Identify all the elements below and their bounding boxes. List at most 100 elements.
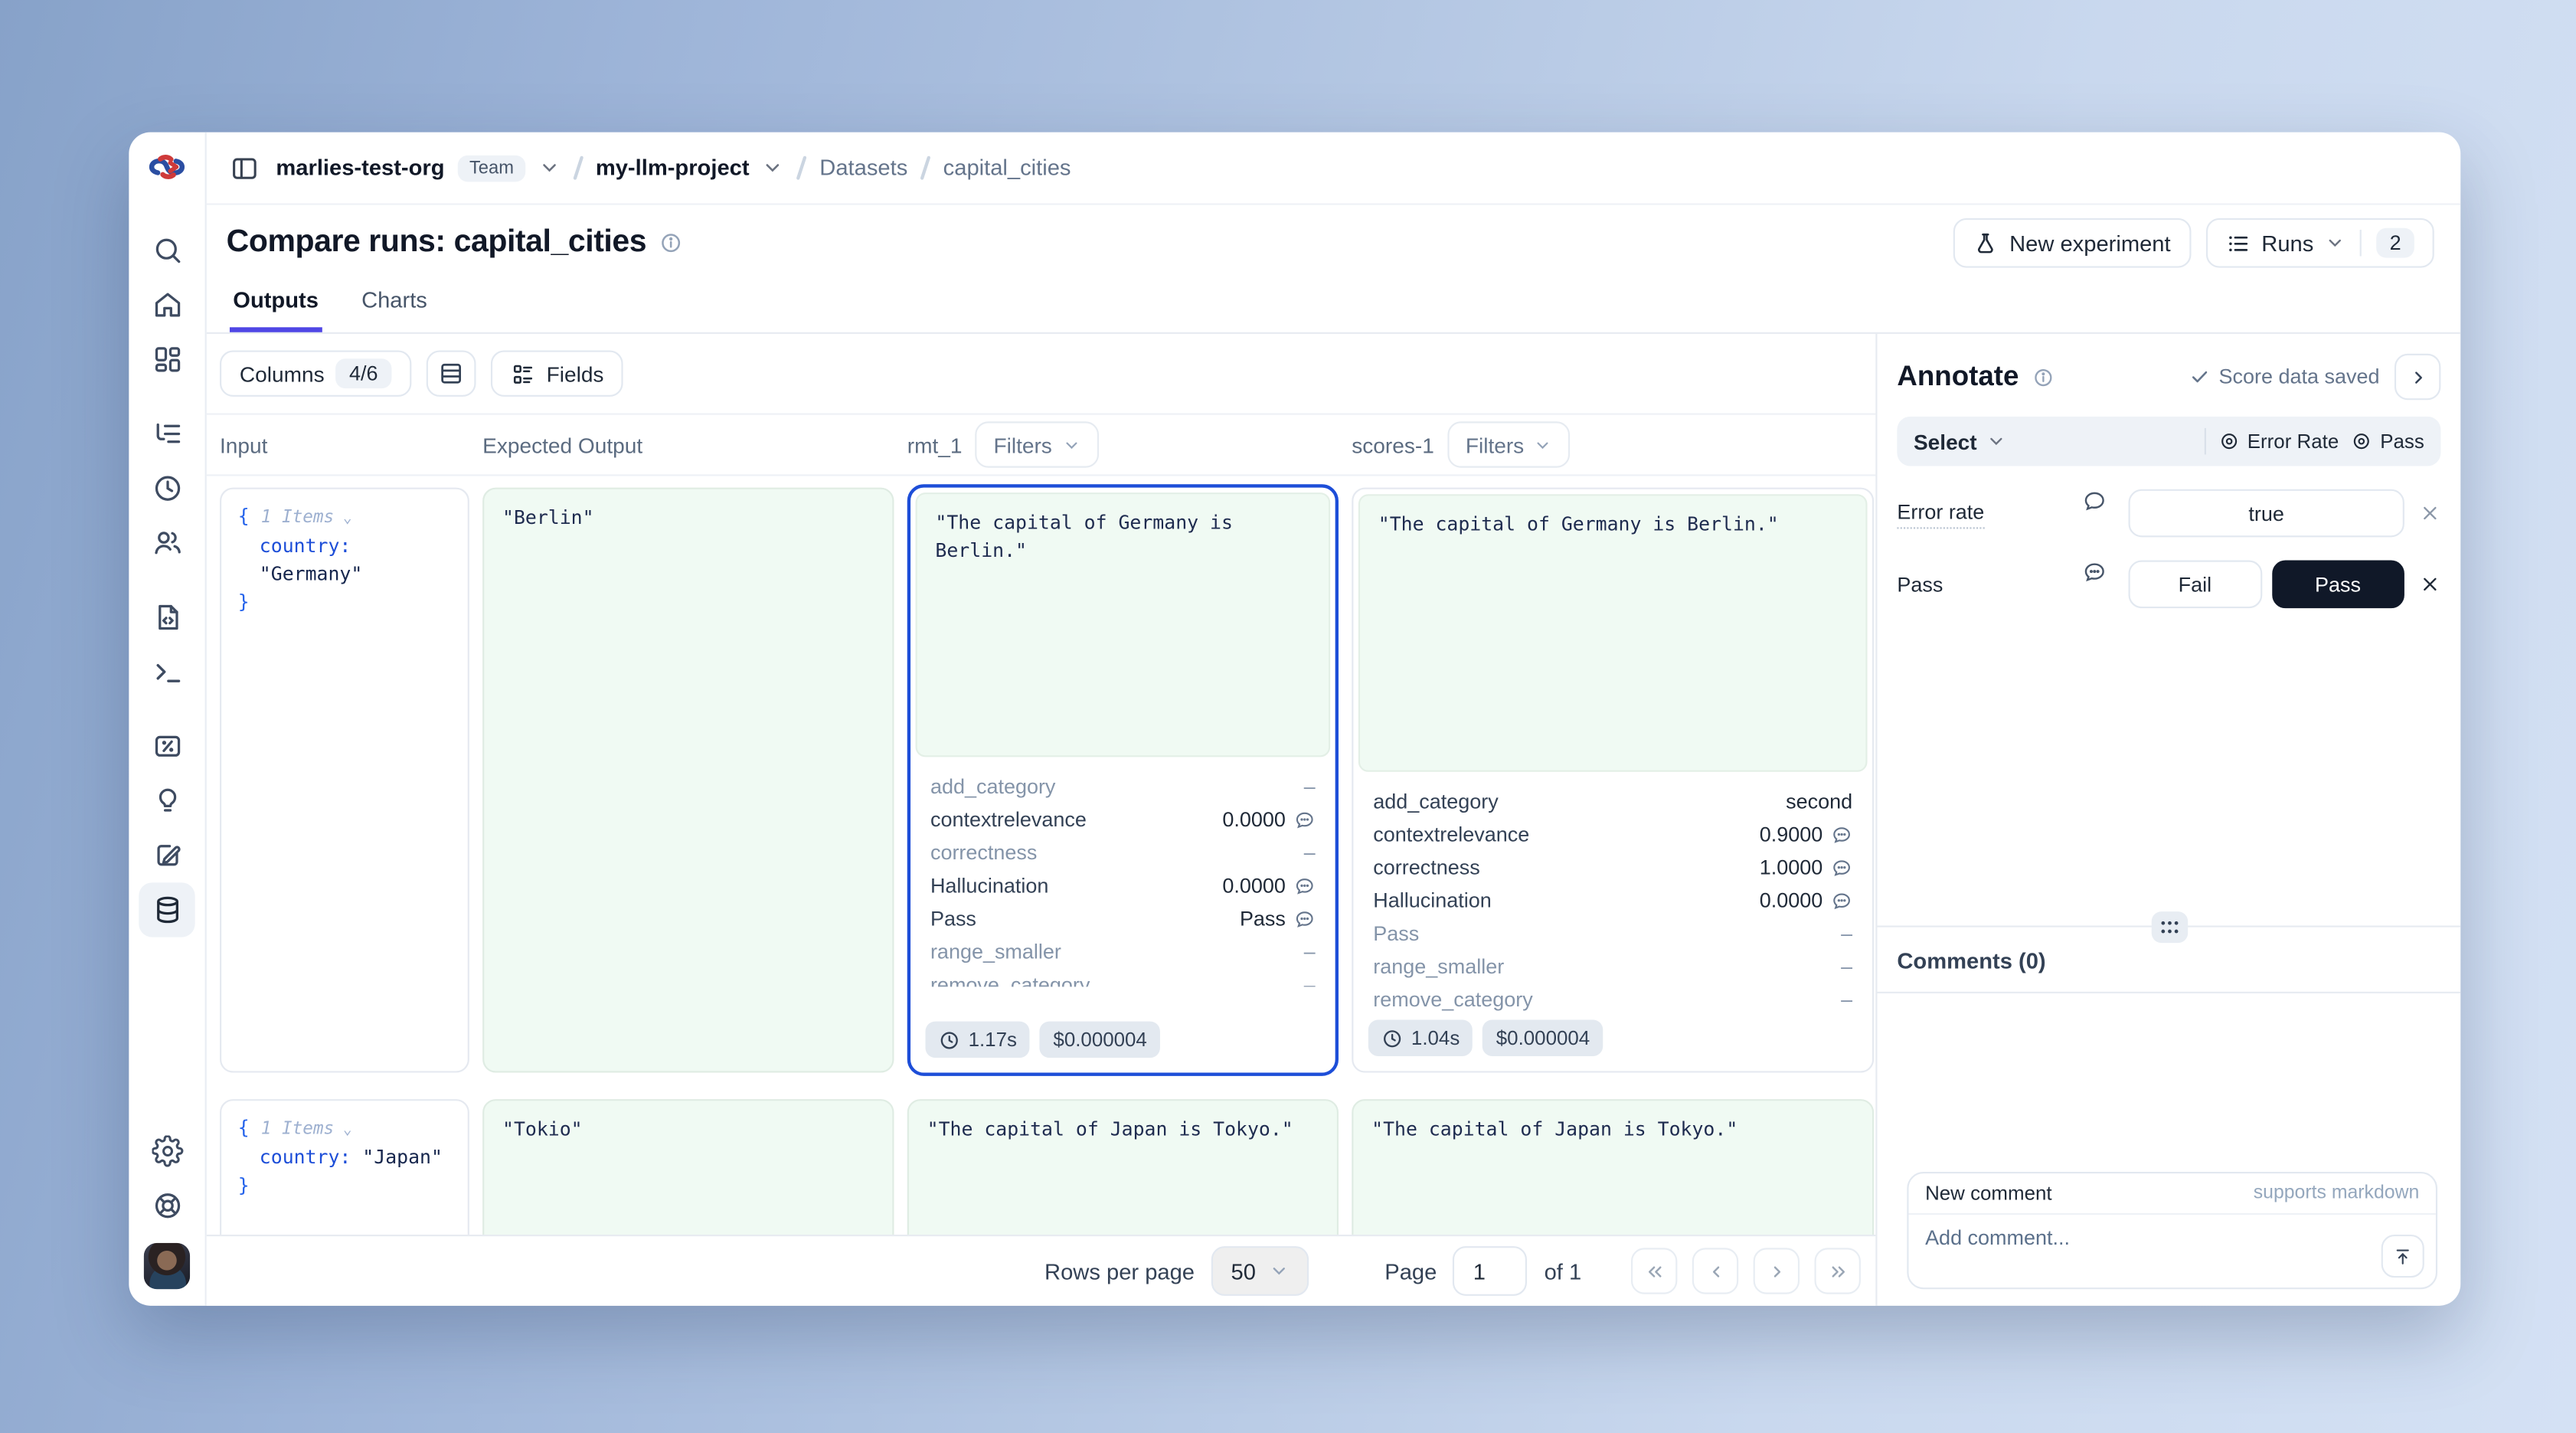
comment-bubble-icon[interactable] xyxy=(1294,809,1316,830)
run1-cell-selected[interactable]: "The capital of Germany is Berlin." add_… xyxy=(907,484,1339,1076)
dashboard-icon[interactable] xyxy=(139,332,195,387)
input-cell[interactable]: { 1 Items ⌄ country: "Japan" } xyxy=(220,1099,469,1236)
search-icon[interactable] xyxy=(139,223,195,277)
previous-page-button[interactable] xyxy=(1692,1248,1738,1294)
comment-bubble-icon[interactable] xyxy=(1294,908,1316,930)
collapse-panel-button[interactable] xyxy=(2395,354,2440,400)
columns-button[interactable]: Columns 4/6 xyxy=(220,350,411,396)
chevron-down-icon[interactable] xyxy=(538,157,560,178)
target-circle-icon xyxy=(2352,431,2372,451)
last-page-button[interactable] xyxy=(1814,1248,1860,1294)
pass-button[interactable]: Pass xyxy=(2271,561,2404,609)
column-header-input: Input xyxy=(220,432,469,456)
run-output: "The capital of Germany is Berlin." xyxy=(1358,494,1868,772)
tab-outputs[interactable]: Outputs xyxy=(230,287,322,332)
breadcrumb-datasets[interactable]: Datasets xyxy=(819,155,907,180)
app-window: marlies-test-org Team my-llm-project Dat… xyxy=(129,133,2460,1306)
tabs: Outputs Charts xyxy=(227,287,2434,332)
user-avatar[interactable] xyxy=(144,1243,190,1289)
page-of-label: of 1 xyxy=(1545,1258,1582,1283)
breadcrumb-org[interactable]: marlies-test-org xyxy=(276,155,444,180)
annotation-queues-icon[interactable] xyxy=(139,828,195,882)
support-lifebuoy-icon[interactable] xyxy=(139,1179,195,1233)
latency-pill: 1.04s xyxy=(1368,1019,1473,1055)
comment-input[interactable] xyxy=(1908,1215,2435,1287)
breadcrumb-project[interactable]: my-llm-project xyxy=(596,155,750,180)
filters-button-run1[interactable]: Filters xyxy=(976,421,1099,467)
column-header-expected: Expected Output xyxy=(482,432,894,456)
comment-bubble-icon[interactable] xyxy=(1831,824,1852,846)
submit-comment-button[interactable] xyxy=(2381,1235,2424,1278)
evals-icon[interactable] xyxy=(139,719,195,774)
run2-cell[interactable]: "The capital of Germany is Berlin." add_… xyxy=(1352,488,1874,1073)
score-chip-pass[interactable]: Pass xyxy=(2352,430,2424,453)
playground-terminal-icon[interactable] xyxy=(139,645,195,699)
expected-output-cell[interactable]: "Berlin" xyxy=(482,488,894,1073)
row-height-button[interactable] xyxy=(426,350,476,396)
tracing-icon[interactable] xyxy=(139,407,195,461)
cost-pill: $0.000004 xyxy=(1040,1022,1160,1058)
runs-button[interactable]: Runs 2 xyxy=(2205,218,2434,268)
table-row: { 1 Items ⌄ country: "Japan" } "Tokio" "… xyxy=(207,1088,1876,1236)
score-row: remove_category– xyxy=(1373,983,1852,1016)
column-header-run2: scores-1 Filters xyxy=(1352,421,1874,467)
settings-gear-icon[interactable] xyxy=(139,1124,195,1178)
new-experiment-button[interactable]: New experiment xyxy=(1953,218,2191,268)
score-chip-error-rate[interactable]: Error Rate xyxy=(2219,430,2339,453)
sessions-clock-icon[interactable] xyxy=(139,461,195,515)
score-row: contextrelevance0.0000 xyxy=(930,803,1316,836)
new-comment-card: New comment supports markdown xyxy=(1907,1172,2437,1289)
panel-resize-handle[interactable] xyxy=(2151,911,2187,942)
check-icon xyxy=(2189,367,2209,387)
rows-per-page-select[interactable]: 50 xyxy=(1211,1246,1309,1296)
pagination-bar: Rows per page 50 Page of 1 xyxy=(207,1235,1876,1306)
score-select-dropdown[interactable]: Select xyxy=(1914,429,2007,453)
input-cell[interactable]: { 1 Items ⌄ country: "Germany" } xyxy=(220,488,469,1073)
chevron-down-icon[interactable]: ⌄ xyxy=(334,511,351,528)
comparison-table: Columns 4/6 Fields Input Expected Output xyxy=(207,334,1876,1306)
clear-score-icon[interactable] xyxy=(2417,502,2440,524)
org-logo[interactable] xyxy=(147,147,187,187)
list-icon xyxy=(2225,231,2250,255)
filters-button-run2[interactable]: Filters xyxy=(1447,421,1571,467)
clock-icon xyxy=(1381,1027,1403,1049)
page-number-input[interactable] xyxy=(1453,1246,1528,1296)
run2-cell[interactable]: "The capital of Japan is Tokyo." xyxy=(1352,1099,1874,1236)
llm-judge-lightbulb-icon[interactable] xyxy=(139,774,195,828)
comment-bubble-icon[interactable] xyxy=(1831,857,1852,878)
cost-pill: $0.000004 xyxy=(1483,1019,1603,1055)
users-icon[interactable] xyxy=(139,515,195,570)
comment-bubble-icon[interactable] xyxy=(2082,489,2115,514)
chevron-down-icon xyxy=(1062,436,1080,454)
run1-cell[interactable]: "The capital of Japan is Tokyo." xyxy=(907,1099,1339,1236)
prompts-icon[interactable] xyxy=(139,590,195,644)
runs-count-badge: 2 xyxy=(2376,228,2414,258)
fail-button[interactable]: Fail xyxy=(2129,561,2262,609)
datasets-icon[interactable] xyxy=(139,882,195,937)
score-list: add_category– contextrelevance0.0000 cor… xyxy=(930,770,1316,987)
fields-button[interactable]: Fields xyxy=(490,350,623,396)
score-row: add_categorysecond xyxy=(1373,785,1852,818)
chevron-down-icon[interactable] xyxy=(763,157,784,178)
first-page-button[interactable] xyxy=(1631,1248,1677,1294)
score-row: PassPass xyxy=(930,902,1316,935)
score-row: range_smaller– xyxy=(1373,950,1852,983)
error-rate-value-input[interactable] xyxy=(2129,489,2404,538)
sidebar xyxy=(129,133,206,1306)
next-page-button[interactable] xyxy=(1754,1248,1800,1294)
score-row: contextrelevance0.9000 xyxy=(1373,818,1852,851)
chevron-down-icon[interactable]: ⌄ xyxy=(334,1122,351,1139)
info-icon[interactable] xyxy=(659,231,682,254)
comment-bubble-icon[interactable] xyxy=(1294,875,1316,897)
clear-score-icon[interactable] xyxy=(2417,574,2440,595)
home-icon[interactable] xyxy=(139,278,195,332)
chevron-down-icon xyxy=(1987,431,2007,451)
comment-bubble-dots-icon[interactable] xyxy=(2082,561,2115,585)
chevron-down-icon xyxy=(2325,233,2345,253)
comment-bubble-icon[interactable] xyxy=(1831,890,1852,911)
sidebar-toggle-icon[interactable] xyxy=(230,153,260,183)
breadcrumb-dataset-name[interactable]: capital_cities xyxy=(943,155,1071,180)
tab-charts[interactable]: Charts xyxy=(358,287,430,332)
expected-output-cell[interactable]: "Tokio" xyxy=(482,1099,894,1236)
info-icon[interactable] xyxy=(2032,366,2054,388)
